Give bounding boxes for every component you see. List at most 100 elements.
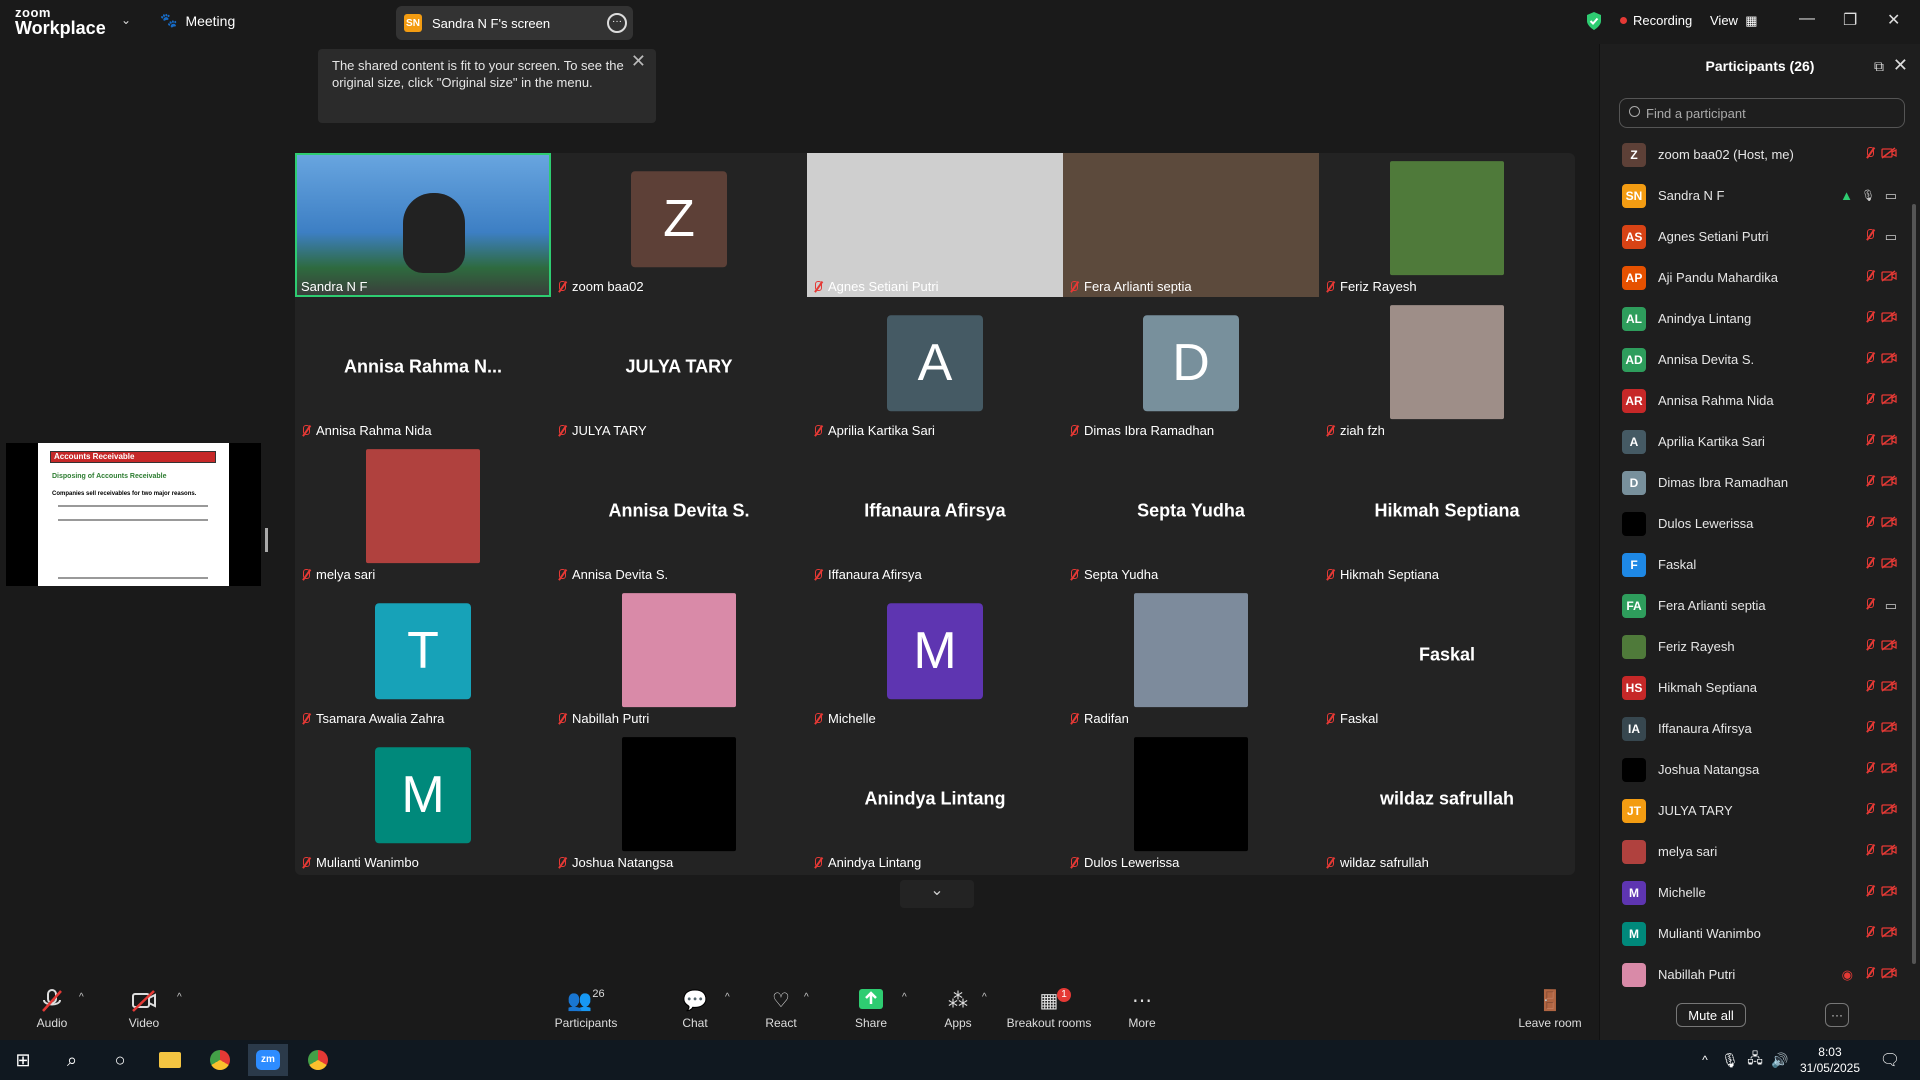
participant-row[interactable]: HS Hikmah Septiana xyxy=(1600,667,1920,708)
participant-tile[interactable]: Sandra N F xyxy=(295,153,551,297)
participant-row[interactable]: F Faskal xyxy=(1600,544,1920,585)
participant-tile[interactable]: Hikmah Septiana Hikmah Septiana xyxy=(1319,441,1575,585)
chrome-icon[interactable] xyxy=(200,1044,240,1076)
taskbar-clock[interactable]: 8:03 31/05/2025 xyxy=(1800,1044,1860,1076)
zoom-taskbar-icon[interactable]: zm xyxy=(248,1044,288,1076)
participant-tile[interactable]: Agnes Setiani Putri xyxy=(807,153,1063,297)
participant-tile[interactable]: Annisa Devita S. Annisa Devita S. xyxy=(551,441,807,585)
participants-button[interactable]: 👥26 Participants xyxy=(549,988,623,1030)
view-button[interactable]: View ▦ xyxy=(1710,13,1757,29)
participant-search-input[interactable] xyxy=(1619,98,1905,128)
participant-row[interactable]: JT JULYA TARY xyxy=(1600,790,1920,831)
participant-tile[interactable]: Joshua Natangsa xyxy=(551,729,807,873)
participant-tile[interactable]: wildaz safrullah wildaz safrullah xyxy=(1319,729,1575,873)
chat-button[interactable]: 💬 Chat xyxy=(675,988,715,1030)
react-button[interactable]: ♡ React xyxy=(760,988,802,1030)
leave-room-button[interactable]: 🚪 Leave room xyxy=(1517,988,1583,1030)
more-options-icon[interactable]: ··· xyxy=(607,13,627,33)
participant-row[interactable]: melya sari xyxy=(1600,831,1920,872)
participant-tile[interactable]: ziah fzh xyxy=(1319,297,1575,441)
participant-tile[interactable]: M Michelle xyxy=(807,585,1063,729)
participant-row[interactable]: M Mulianti Wanimbo xyxy=(1600,913,1920,954)
recording-indicator[interactable]: Recording xyxy=(1620,13,1692,28)
share-screen-pill[interactable]: SN Sandra N F's screen ··· xyxy=(396,6,633,40)
participant-tile[interactable]: melya sari xyxy=(295,441,551,585)
tile-name-label: Agnes Setiani Putri xyxy=(813,279,939,294)
participant-row[interactable]: AD Annisa Devita S. xyxy=(1600,339,1920,380)
participant-tile[interactable]: Radifan xyxy=(1063,585,1319,729)
apps-button[interactable]: ⁂ Apps xyxy=(940,988,976,1030)
tray-mic-icon[interactable]: 🎙 xyxy=(1720,1044,1740,1076)
participant-row[interactable]: Joshua Natangsa xyxy=(1600,749,1920,790)
breakout-rooms-button[interactable]: ▦ Breakout rooms xyxy=(1005,988,1093,1030)
chevron-down-icon[interactable]: ⌄ xyxy=(121,13,131,27)
participant-tile[interactable]: Nabillah Putri xyxy=(551,585,807,729)
participant-tile[interactable]: Anindya Lintang Anindya Lintang xyxy=(807,729,1063,873)
close-panel-icon[interactable]: ✕ xyxy=(1893,55,1908,76)
video-button[interactable]: Video xyxy=(122,988,166,1030)
zoom-logo[interactable]: zoom Workplace xyxy=(15,6,106,37)
participant-tile[interactable]: Annisa Rahma N... Annisa Rahma Nida xyxy=(295,297,551,441)
participant-row[interactable]: Dulos Lewerissa xyxy=(1600,503,1920,544)
participant-row[interactable]: FA Fera Arlianti septia ▭ xyxy=(1600,585,1920,626)
pop-out-icon[interactable]: ⧉ xyxy=(1874,58,1884,75)
participant-tile[interactable]: M Mulianti Wanimbo xyxy=(295,729,551,873)
window-close-icon[interactable]: ✕ xyxy=(1887,10,1900,30)
mic-muted-icon xyxy=(1865,147,1875,162)
speaker-icon[interactable]: 🔊 xyxy=(1770,1044,1790,1076)
participant-tile[interactable]: Feriz Rayesh xyxy=(1319,153,1575,297)
notifications-icon[interactable]: 🗨 xyxy=(1870,1044,1910,1076)
participant-row[interactable]: AS Agnes Setiani Putri ▭ xyxy=(1600,216,1920,257)
network-icon[interactable]: 🖧 xyxy=(1745,1044,1765,1076)
participant-tile[interactable]: JULYA TARY JULYA TARY xyxy=(551,297,807,441)
security-shield-icon[interactable] xyxy=(1585,11,1603,31)
participant-row[interactable]: Feriz Rayesh xyxy=(1600,626,1920,667)
next-page-chevron-icon[interactable]: ⌄ xyxy=(900,880,974,908)
thumbnail-drag-handle[interactable] xyxy=(265,528,268,552)
participant-tile[interactable]: Fera Arlianti septia xyxy=(1063,153,1319,297)
participant-tile[interactable]: Zzoom baa02 xyxy=(551,153,807,297)
participant-tile[interactable]: T Tsamara Awalia Zahra xyxy=(295,585,551,729)
more-button[interactable]: ⋯ More xyxy=(1124,988,1160,1030)
participant-tile[interactable]: Dulos Lewerissa xyxy=(1063,729,1319,873)
restore-icon[interactable]: ❐ xyxy=(1843,10,1857,30)
share-button[interactable]: Share xyxy=(850,988,892,1030)
minimize-icon[interactable]: — xyxy=(1799,10,1815,28)
participant-row[interactable]: AR Annisa Rahma Nida xyxy=(1600,380,1920,421)
participant-row[interactable]: SN Sandra N F ▲ 🎙 ▭ xyxy=(1600,175,1920,216)
participant-tile[interactable]: A Aprilia Kartika Sari xyxy=(807,297,1063,441)
apps-options-caret-icon[interactable]: ^ xyxy=(982,992,987,1003)
tray-expand-icon[interactable]: ^ xyxy=(1695,1044,1715,1076)
participant-row[interactable]: D Dimas Ibra Ramadhan xyxy=(1600,462,1920,503)
participant-avatar: T xyxy=(375,603,471,700)
chat-options-caret-icon[interactable]: ^ xyxy=(725,992,730,1003)
share-options-caret-icon[interactable]: ^ xyxy=(902,992,907,1003)
panel-scrollbar[interactable] xyxy=(1912,204,1916,964)
participant-row[interactable]: Zzoom baa02 (Host, me) xyxy=(1600,134,1920,175)
meeting-menu-button[interactable]: 🐾 Meeting xyxy=(160,12,235,29)
participant-row[interactable]: IA Iffanaura Afirsya xyxy=(1600,708,1920,749)
search-icon[interactable]: ⌕ xyxy=(52,1044,92,1076)
participant-tile[interactable]: Faskal Faskal xyxy=(1319,585,1575,729)
participant-tile[interactable]: D Dimas Ibra Ramadhan xyxy=(1063,297,1319,441)
video-options-caret-icon[interactable]: ^ xyxy=(177,992,182,1003)
chrome-window-icon[interactable] xyxy=(298,1044,338,1076)
windows-start-icon[interactable]: ⊞ xyxy=(3,1044,43,1076)
participant-row[interactable]: M Michelle xyxy=(1600,872,1920,913)
participant-tile[interactable]: Iffanaura Afirsya Iffanaura Afirsya xyxy=(807,441,1063,585)
file-explorer-icon[interactable] xyxy=(150,1044,190,1076)
participant-row[interactable]: Nabillah Putri ◉ xyxy=(1600,954,1920,995)
participant-row[interactable]: AL Anindya Lintang xyxy=(1600,298,1920,339)
cortana-icon[interactable]: ○ xyxy=(100,1044,140,1076)
participant-avatar xyxy=(1622,511,1646,536)
audio-button[interactable]: Audio xyxy=(30,988,74,1030)
panel-more-button[interactable]: ··· xyxy=(1825,1003,1849,1027)
close-notice-icon[interactable]: ✕ xyxy=(631,52,646,70)
react-options-caret-icon[interactable]: ^ xyxy=(804,992,809,1003)
participant-row[interactable]: A Aprilia Kartika Sari xyxy=(1600,421,1920,462)
mute-all-button[interactable]: Mute all xyxy=(1676,1003,1746,1027)
participant-row[interactable]: AP Aji Pandu Mahardika xyxy=(1600,257,1920,298)
audio-options-caret-icon[interactable]: ^ xyxy=(79,992,84,1003)
shared-screen-thumbnail[interactable]: Accounts Receivable Disposing of Account… xyxy=(6,443,261,586)
participant-tile[interactable]: Septa Yudha Septa Yudha xyxy=(1063,441,1319,585)
